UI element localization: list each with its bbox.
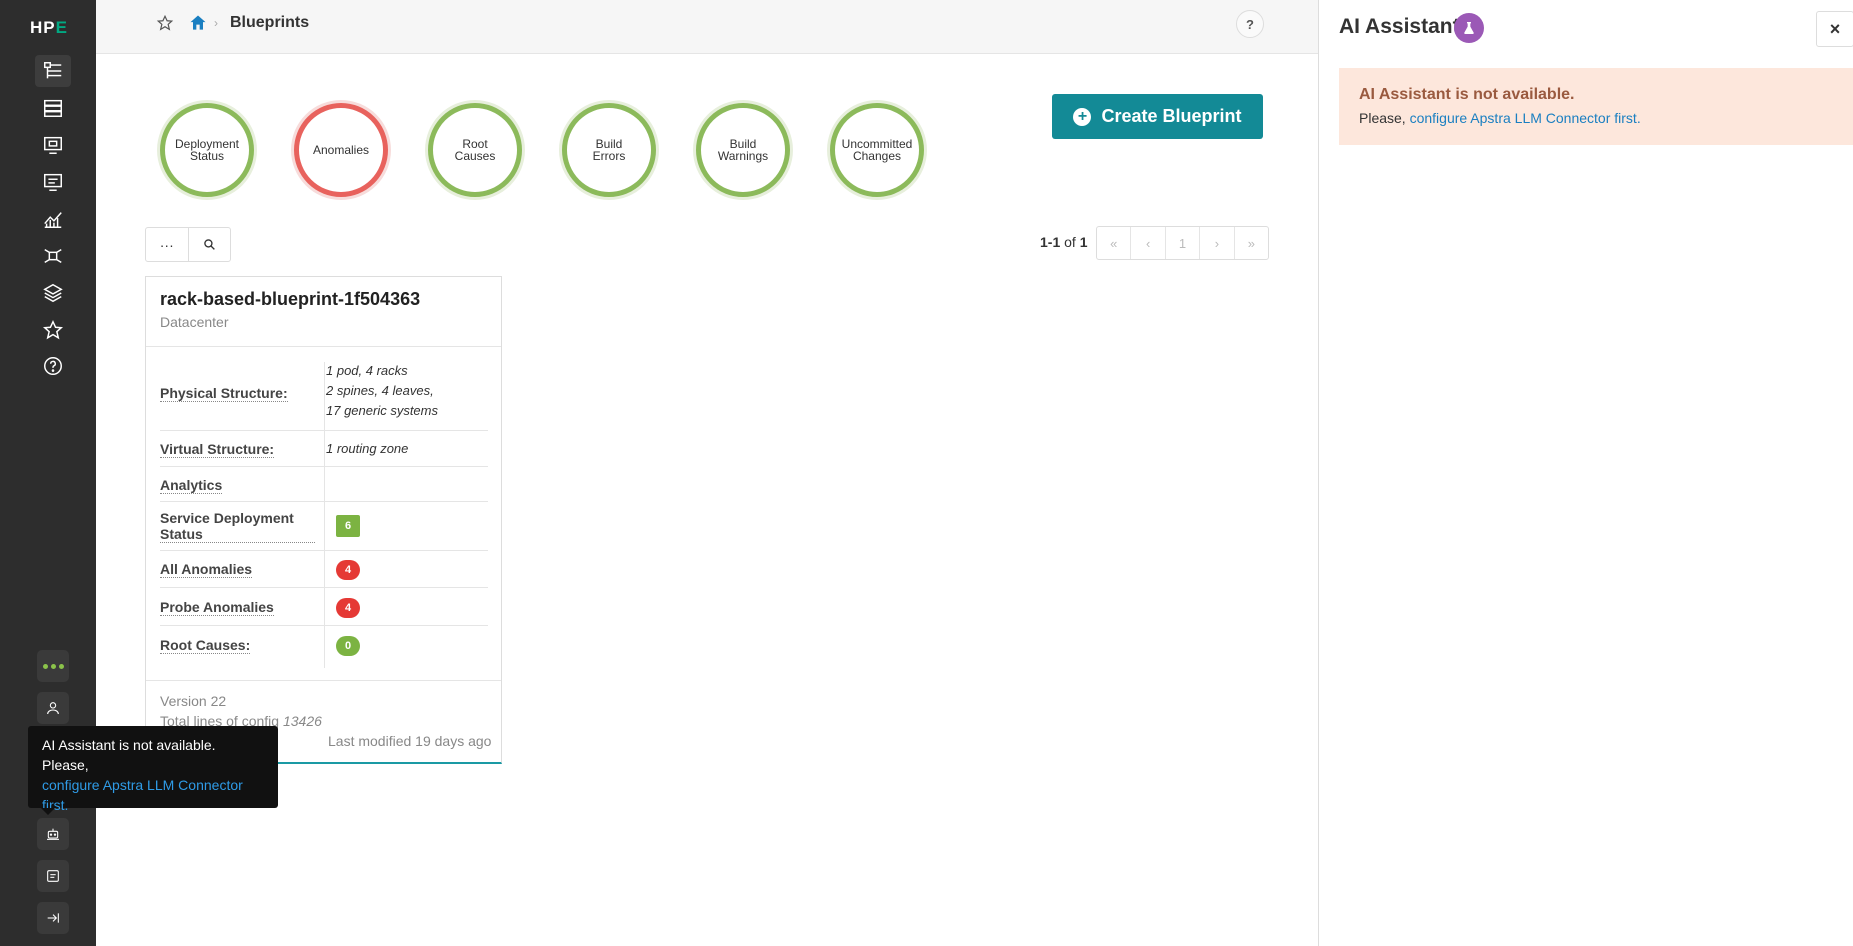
create-blueprint-button[interactable]: + Create Blueprint: [1052, 94, 1263, 139]
probe-anomalies-badge[interactable]: 4: [336, 598, 360, 618]
list-toolbar: ···: [145, 227, 231, 262]
service-deployment-badge[interactable]: 6: [336, 515, 360, 537]
blueprint-type: Datacenter: [160, 314, 229, 330]
root-causes-badge[interactable]: 0: [336, 636, 360, 656]
probe-anomalies-label[interactable]: Probe Anomalies: [160, 599, 274, 616]
devices-icon[interactable]: [35, 92, 71, 124]
plus-icon: +: [1073, 107, 1092, 126]
ai-panel-title: AI Assistant: [1339, 15, 1460, 38]
alert-body: Please, configure Apstra LLM Connector f…: [1359, 110, 1641, 126]
breadcrumb-separator-icon: ›: [214, 16, 218, 30]
blueprint-name[interactable]: rack-based-blueprint-1f504363: [160, 289, 420, 310]
more-dots-icon[interactable]: [37, 650, 69, 682]
help-button[interactable]: ?: [1236, 10, 1264, 38]
virtual-structure-label[interactable]: Virtual Structure:: [160, 441, 275, 458]
page-number-button[interactable]: 1: [1164, 227, 1199, 259]
more-options-button[interactable]: ···: [146, 228, 188, 261]
platform-icon[interactable]: [35, 277, 71, 309]
external-systems-icon[interactable]: [35, 240, 71, 272]
ai-assistant-icon[interactable]: [37, 818, 69, 850]
card-divider: [146, 346, 501, 347]
analytics-label[interactable]: Analytics: [160, 477, 223, 494]
build-warnings-circle[interactable]: Build Warnings: [696, 103, 790, 197]
ai-assistant-panel: AI Assistant × AI Assistant is not avail…: [1318, 0, 1853, 946]
uncommitted-changes-circle[interactable]: Uncommitted Changes: [830, 103, 924, 197]
pagination-summary: 1-1 of 1: [1040, 234, 1088, 250]
physical-structure-label[interactable]: Physical Structure:: [160, 385, 288, 402]
log-icon[interactable]: [37, 860, 69, 892]
last-page-button[interactable]: »: [1233, 227, 1268, 259]
alert-heading: AI Assistant is not available.: [1359, 86, 1575, 103]
alert-configure-link[interactable]: configure Apstra LLM Connector first.: [1410, 110, 1641, 126]
favorites-icon[interactable]: [35, 314, 71, 346]
card-column-divider: [324, 362, 325, 668]
blueprints-icon[interactable]: [35, 55, 71, 87]
close-panel-button[interactable]: ×: [1816, 11, 1853, 47]
flask-icon: [1454, 13, 1484, 43]
service-deployment-label[interactable]: Service Deployment Status: [160, 510, 315, 543]
deployment-status-circle[interactable]: Deployment Status: [160, 103, 254, 197]
page-title: Blueprints: [230, 14, 310, 31]
help-icon[interactable]: [35, 350, 71, 382]
ai-unavailable-tooltip: AI Assistant is not available. Please, c…: [28, 726, 278, 815]
card-footer-divider: [146, 680, 501, 681]
user-icon[interactable]: [37, 692, 69, 724]
analytics-icon[interactable]: [35, 203, 71, 235]
blueprint-version: Version 22: [160, 693, 227, 709]
anomalies-circle[interactable]: Anomalies: [294, 103, 388, 197]
first-page-button[interactable]: «: [1097, 227, 1130, 259]
ai-unavailable-alert: AI Assistant is not available. Please, c…: [1339, 68, 1853, 145]
virtual-structure-value: 1 routing zone: [326, 441, 409, 456]
home-icon[interactable]: [188, 13, 208, 33]
all-anomalies-label[interactable]: All Anomalies: [160, 561, 253, 578]
hpe-logo: HPE: [30, 18, 68, 37]
search-button[interactable]: [187, 228, 231, 261]
design-icon[interactable]: [35, 129, 71, 161]
favorite-star-icon[interactable]: [156, 14, 174, 32]
configure-llm-link[interactable]: configure Apstra LLM Connector first.: [42, 777, 243, 813]
search-icon: [203, 239, 215, 250]
next-page-button[interactable]: ›: [1199, 227, 1233, 259]
top-bar: › Blueprints ?: [96, 0, 1318, 54]
all-anomalies-badge[interactable]: 4: [336, 560, 360, 580]
resources-icon[interactable]: [35, 166, 71, 198]
prev-page-button[interactable]: ‹: [1130, 227, 1164, 259]
build-errors-circle[interactable]: Build Errors: [562, 103, 656, 197]
last-modified: Last modified 19 days ago: [328, 733, 492, 749]
root-causes-circle[interactable]: Root Causes: [428, 103, 522, 197]
root-causes-label[interactable]: Root Causes:: [160, 637, 251, 654]
pagination: « ‹ 1 › »: [1096, 226, 1269, 260]
physical-structure-value: 1 pod, 4 racks 2 spines, 4 leaves, 17 gene…: [326, 363, 438, 418]
collapse-icon[interactable]: [37, 902, 69, 934]
